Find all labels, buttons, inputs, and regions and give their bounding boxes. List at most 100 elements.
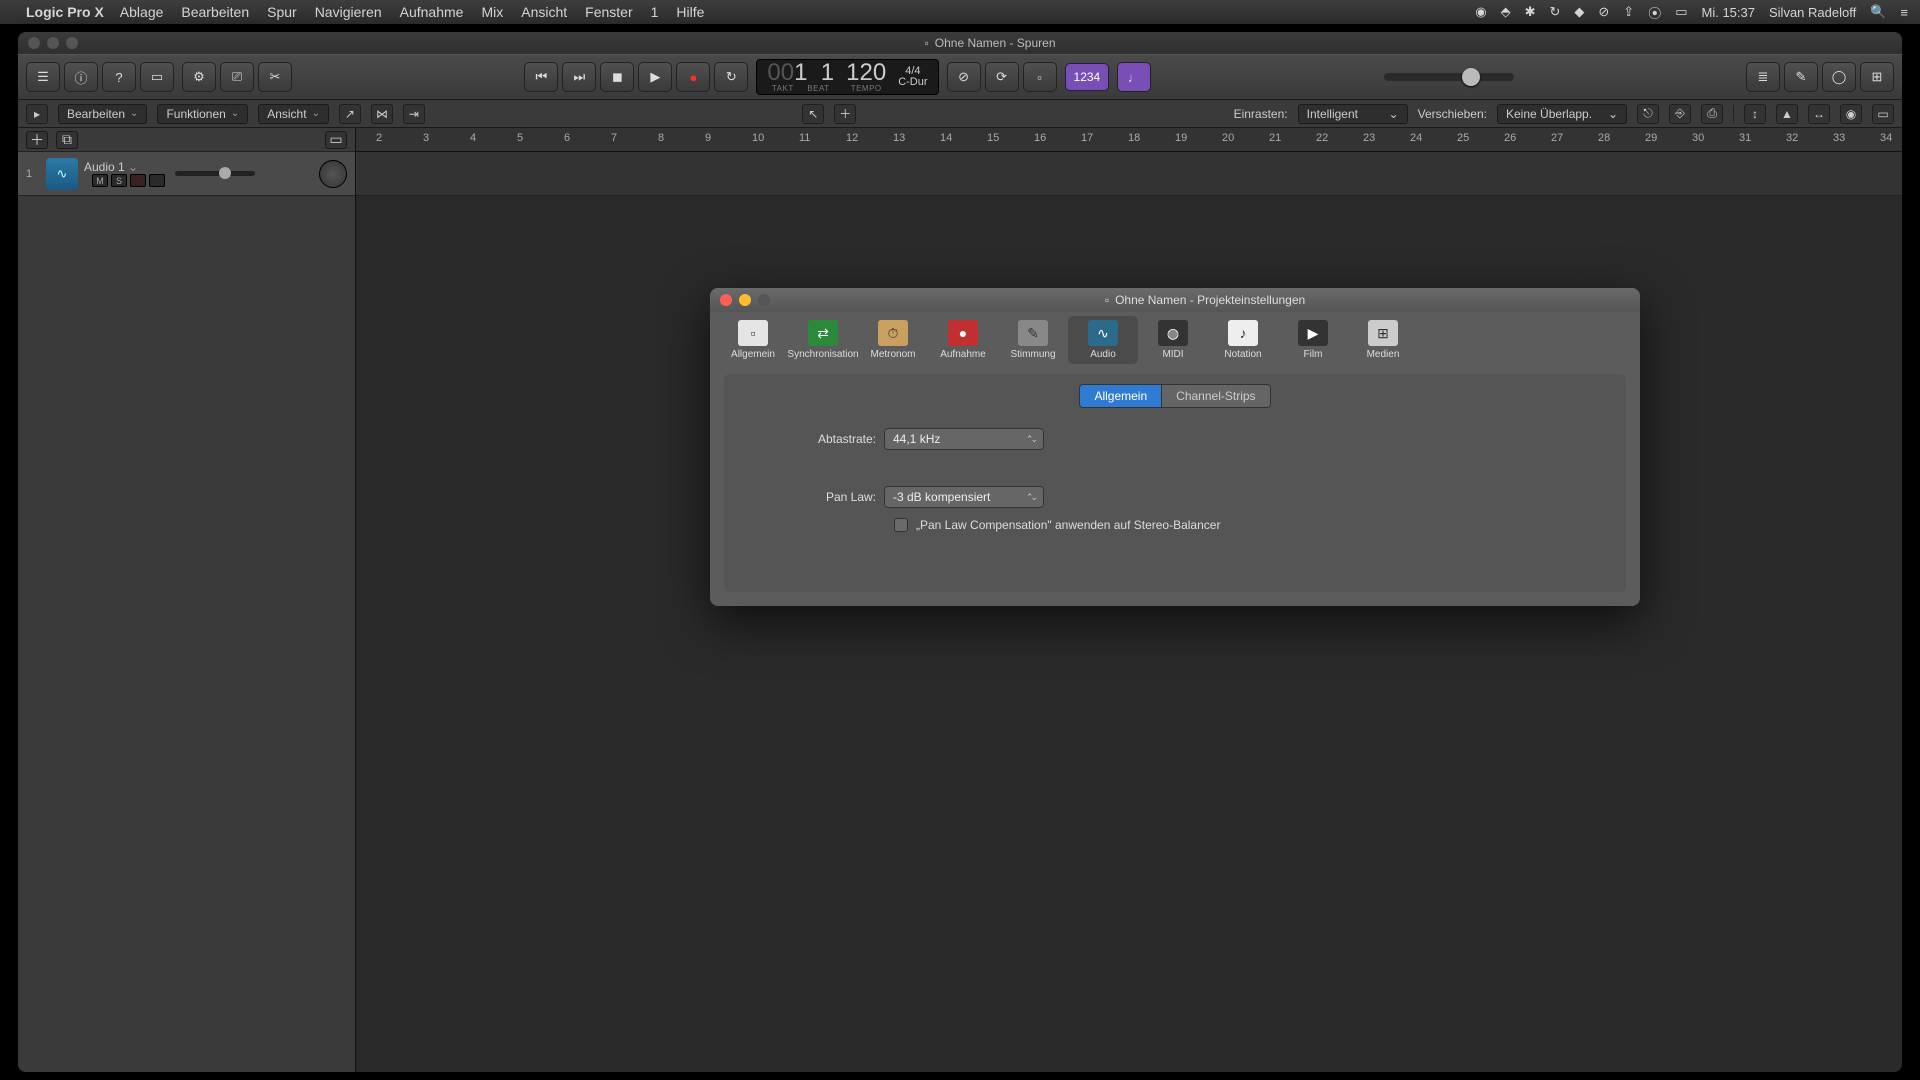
settings-tab-aufnahme[interactable]: ●Aufnahme: [928, 316, 998, 364]
settings-tab-audio[interactable]: ∿Audio: [1068, 316, 1138, 364]
status-icon[interactable]: ⬘: [1501, 4, 1511, 20]
zoom-horiz-button[interactable]: ↔: [1808, 104, 1830, 124]
lowlatency-button[interactable]: ⟳: [985, 62, 1019, 92]
display-icon[interactable]: ▭: [1675, 4, 1687, 20]
settings-tab-film[interactable]: ▶Film: [1278, 316, 1348, 364]
zoom-window-button[interactable]: [66, 37, 78, 49]
menu-fenster[interactable]: Fenster: [585, 4, 632, 20]
settings-tab-midi[interactable]: ◍MIDI: [1138, 316, 1208, 364]
menu-bearbeiten[interactable]: Bearbeiten: [181, 4, 249, 20]
settings-tab-medien[interactable]: ⊞Medien: [1348, 316, 1418, 364]
track-pan-knob[interactable]: [319, 160, 347, 188]
menu-1[interactable]: 1: [651, 4, 659, 20]
zoom-fit-button[interactable]: ▲: [1776, 104, 1798, 124]
global-tracks-button[interactable]: ▭: [325, 131, 347, 149]
flex-button[interactable]: ⋈: [371, 104, 393, 124]
automation-button[interactable]: ↗: [339, 104, 361, 124]
lcd-beat[interactable]: 1: [821, 59, 834, 86]
forward-button[interactable]: ⏭: [562, 62, 596, 92]
pan-law-compensation-checkbox[interactable]: [894, 518, 908, 532]
settings-tab-notation[interactable]: ♪Notation: [1208, 316, 1278, 364]
notepad-button[interactable]: ✎: [1784, 62, 1818, 92]
menu-navigieren[interactable]: Navigieren: [315, 4, 382, 20]
menu-spur[interactable]: Spur: [267, 4, 297, 20]
close-window-button[interactable]: [28, 37, 40, 49]
clock[interactable]: Mi. 15:37: [1702, 5, 1755, 20]
menu-aufnahme[interactable]: Aufnahme: [400, 4, 464, 20]
menu-ablage[interactable]: Ablage: [120, 4, 164, 20]
pointer-tool[interactable]: ↖: [802, 104, 824, 124]
close-settings-button[interactable]: [720, 294, 732, 306]
settings-tab-allgemein[interactable]: ▫Allgemein: [718, 316, 788, 364]
quickhelp-button[interactable]: ?: [102, 62, 136, 92]
tool-button[interactable]: ⎆: [1669, 104, 1691, 124]
track-row[interactable]: 1 ∿ Audio 1 ⌄ M S: [18, 152, 355, 196]
countin-badge[interactable]: 1234: [1065, 63, 1110, 91]
metronome-button[interactable]: ♩: [1117, 62, 1151, 92]
menu-mix[interactable]: Mix: [481, 4, 503, 20]
status-icon[interactable]: ✱: [1525, 4, 1536, 20]
snap-select[interactable]: Intelligent⌄: [1298, 104, 1408, 124]
menu-hilfe[interactable]: Hilfe: [676, 4, 704, 20]
seg-allgemein[interactable]: Allgemein: [1079, 384, 1162, 408]
region-inspector-toggle[interactable]: ▸: [26, 104, 48, 124]
settings-tab-stimmung[interactable]: ✎Stimmung: [998, 316, 1068, 364]
waveform-zoom-button[interactable]: ◉: [1840, 104, 1862, 124]
seg-channel-strips[interactable]: Channel-Strips: [1162, 384, 1270, 408]
mute-button[interactable]: M: [92, 174, 108, 187]
lcd-bars[interactable]: 1: [794, 59, 807, 86]
status-icon[interactable]: ◆: [1574, 4, 1584, 20]
master-volume-slider[interactable]: [1384, 73, 1514, 81]
ruler[interactable]: 2345678910111213141516171819202122232425…: [356, 128, 1902, 152]
track-icon[interactable]: ∿: [46, 158, 78, 190]
browser-button[interactable]: ⊞: [1860, 62, 1894, 92]
pan-law-select[interactable]: -3 dB kompensiert: [884, 486, 1044, 508]
minimize-window-button[interactable]: [47, 37, 59, 49]
track-name[interactable]: Audio 1 ⌄: [84, 160, 165, 174]
add-tool[interactable]: ＋: [834, 104, 856, 124]
duplicate-track-button[interactable]: ⧉: [56, 131, 78, 149]
record-button[interactable]: ●: [676, 62, 710, 92]
tool-button[interactable]: ⎙: [1701, 104, 1723, 124]
input-monitor-button[interactable]: [149, 174, 165, 187]
list-editors-button[interactable]: ≣: [1746, 62, 1780, 92]
notification-center-icon[interactable]: ≡: [1900, 5, 1908, 20]
sample-rate-select[interactable]: 44,1 kHz: [884, 428, 1044, 450]
zoom-vertical-button[interactable]: ↕: [1744, 104, 1766, 124]
status-icon[interactable]: ↻: [1549, 4, 1560, 20]
editors-button[interactable]: ✂: [258, 62, 292, 92]
move-select[interactable]: Keine Überlapp.⌄: [1497, 104, 1627, 124]
library-button[interactable]: ☰: [26, 62, 60, 92]
lcd-display[interactable]: 001 1 TAKT BEAT 120 TEMPO 4/4 C-Dur: [756, 59, 938, 95]
loops-button[interactable]: ◯: [1822, 62, 1856, 92]
view-menu[interactable]: Ansicht: [258, 104, 329, 124]
inspector-button[interactable]: ⓘ: [64, 62, 98, 92]
smart-controls-button[interactable]: ⚙: [182, 62, 216, 92]
stop-button[interactable]: ◼: [600, 62, 634, 92]
lcd-tempo[interactable]: 120: [846, 61, 886, 85]
status-icon[interactable]: ⊘: [1598, 4, 1609, 20]
minimize-settings-button[interactable]: [739, 294, 751, 306]
solo-button[interactable]: S: [111, 174, 127, 187]
cycle-button[interactable]: ↻: [714, 62, 748, 92]
app-menu[interactable]: Logic Pro X: [26, 4, 104, 20]
status-icon[interactable]: ⇪: [1623, 4, 1634, 20]
zoom-settings-button[interactable]: [758, 294, 770, 306]
tuner-button[interactable]: ▫: [1023, 62, 1057, 92]
rewind-button[interactable]: ⏮: [524, 62, 558, 92]
settings-tab-metronom[interactable]: ⏱Metronom: [858, 316, 928, 364]
edit-menu[interactable]: Bearbeiten: [58, 104, 147, 124]
catch-playhead-button[interactable]: ⇥: [403, 104, 425, 124]
wifi-icon[interactable]: ⦿: [1648, 3, 1661, 22]
lcd-key[interactable]: C-Dur: [898, 77, 927, 88]
toolbar-button[interactable]: ▭: [140, 62, 174, 92]
menu-ansicht[interactable]: Ansicht: [521, 4, 567, 20]
spotlight-icon[interactable]: 🔍: [1870, 4, 1886, 20]
replace-button[interactable]: ⊘: [947, 62, 981, 92]
functions-menu[interactable]: Funktionen: [157, 104, 248, 124]
zoom-button[interactable]: ▭: [1872, 104, 1894, 124]
mixer-button[interactable]: ⎚: [220, 62, 254, 92]
add-track-button[interactable]: ＋: [26, 131, 48, 149]
record-enable-button[interactable]: [130, 174, 146, 187]
track-volume-slider[interactable]: [175, 171, 255, 176]
